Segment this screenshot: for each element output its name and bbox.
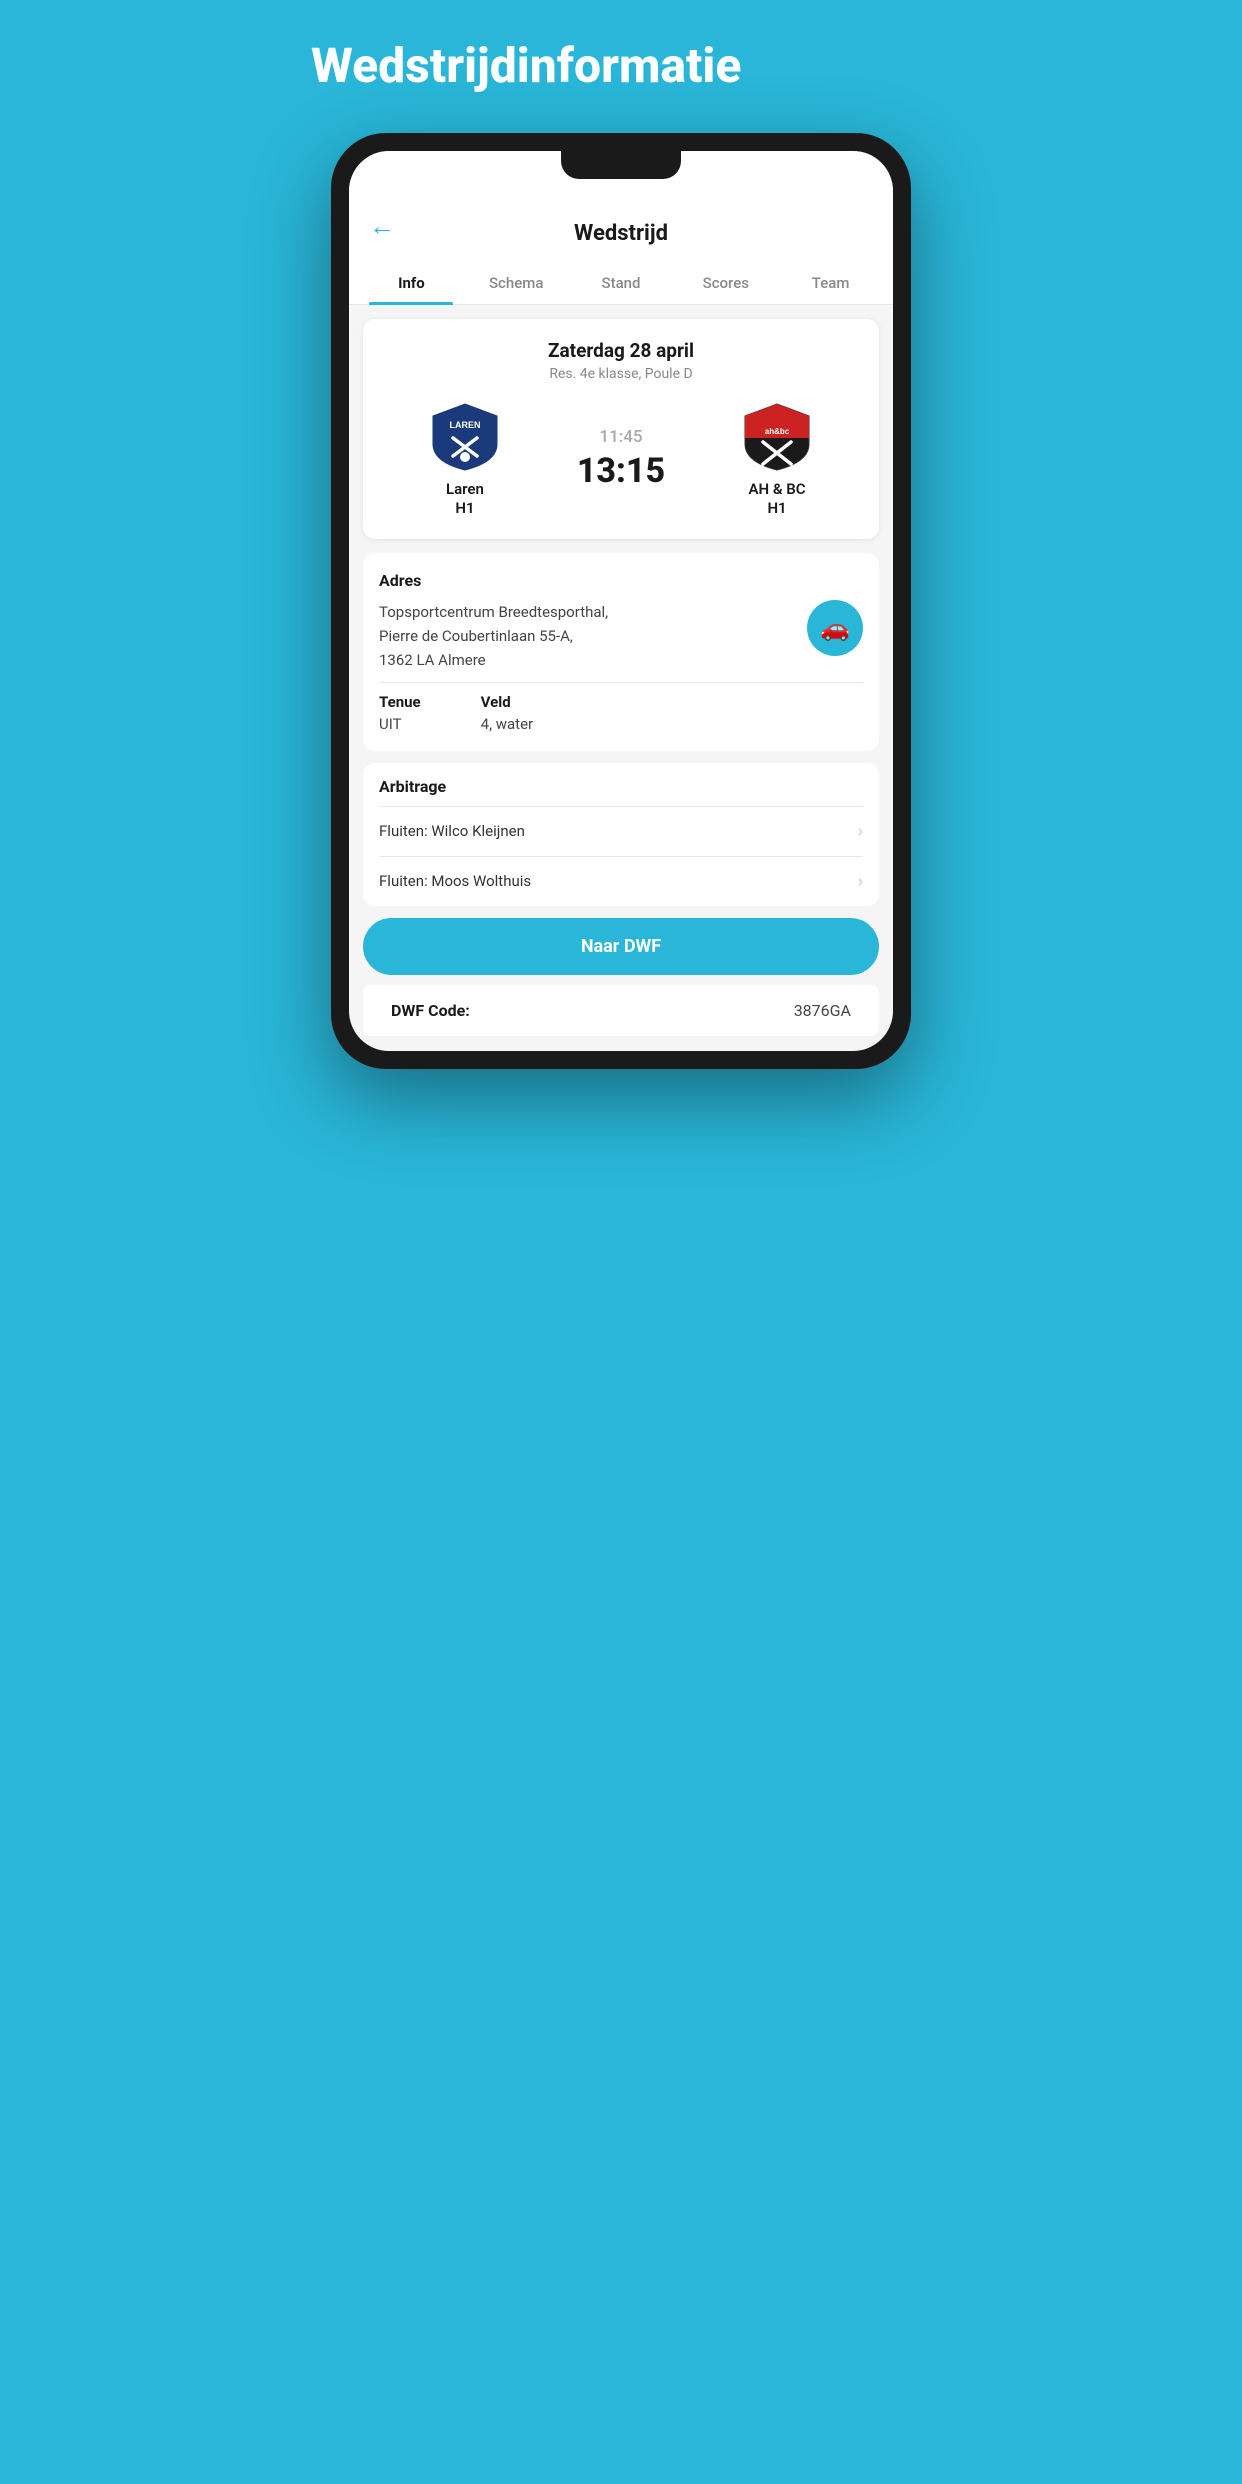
arbitrage-title: Arbitrage [379, 777, 863, 796]
address-row: Topsportcentrum Breedtesporthal, Pierre … [379, 600, 863, 672]
laren-logo: LAREN [429, 400, 501, 472]
tenue-group: Tenue UIT [379, 693, 421, 733]
dwf-button[interactable]: Naar DWF [363, 918, 879, 975]
veld-value: 4, water [481, 715, 533, 733]
kickoff-time: 11:45 [599, 427, 642, 447]
veld-group: Veld 4, water [481, 693, 533, 733]
tab-info[interactable]: Info [359, 262, 464, 304]
divider [379, 682, 863, 683]
car-icon: 🚗 [820, 614, 850, 642]
address-section: Adres Topsportcentrum Breedtesporthal, P… [363, 553, 879, 751]
away-team-name: AH & BC H1 [748, 480, 805, 519]
score-block: 11:45 13:15 [577, 427, 665, 491]
navigate-button[interactable]: 🚗 [807, 600, 863, 656]
address-label: Adres [379, 571, 863, 590]
phone-notch [561, 151, 681, 179]
tenue-label: Tenue [379, 693, 421, 711]
dwf-code-label: DWF Code: [391, 1001, 470, 1020]
tab-stand[interactable]: Stand [569, 262, 674, 304]
phone-screen: ← Wedstrijd Info Schema Stand Scores Tea… [349, 151, 893, 1051]
ahbc-logo: ah&bc [741, 400, 813, 472]
svg-text:ah&bc: ah&bc [765, 427, 790, 436]
dwf-code-row: DWF Code: 3876GA [363, 985, 879, 1036]
chevron-icon-2: › [858, 871, 863, 892]
arbitrage-item-1[interactable]: Fluiten: Wilco Kleijnen › [379, 806, 863, 856]
tab-schema[interactable]: Schema [464, 262, 569, 304]
away-team-block: ah&bc AH & BC H1 [717, 400, 837, 519]
home-team-name: Laren H1 [446, 480, 484, 519]
arbitrage-item-2[interactable]: Fluiten: Moos Wolthuis › [379, 856, 863, 906]
dwf-code-value: 3876GA [794, 1001, 851, 1020]
page-title: Wedstrijdinformatie [311, 40, 931, 93]
match-score: 13:15 [577, 451, 665, 491]
match-date: Zaterdag 28 april [379, 339, 863, 362]
chevron-icon-1: › [858, 821, 863, 842]
svg-text:LAREN: LAREN [449, 420, 480, 430]
back-button[interactable]: ← [369, 211, 395, 242]
tab-scores[interactable]: Scores [673, 262, 778, 304]
tenue-veld-row: Tenue UIT Veld 4, water [379, 693, 863, 733]
address-text: Topsportcentrum Breedtesporthal, Pierre … [379, 600, 608, 672]
match-teams: LAREN Laren H1 11:45 13:15 [379, 400, 863, 519]
match-league: Res. 4e klasse, Poule D [379, 366, 863, 382]
arbitrage-name-1: Fluiten: Wilco Kleijnen [379, 822, 525, 840]
arbitrage-section: Arbitrage Fluiten: Wilco Kleijnen › Flui… [363, 763, 879, 906]
screen-title: Wedstrijd [574, 211, 668, 262]
phone-frame: ← Wedstrijd Info Schema Stand Scores Tea… [331, 133, 911, 1069]
veld-label: Veld [481, 693, 533, 711]
match-card: Zaterdag 28 april Res. 4e klasse, Poule … [363, 319, 879, 539]
tab-bar: Info Schema Stand Scores Team [349, 262, 893, 305]
dwf-section: Naar DWF [363, 918, 879, 985]
tenue-value: UIT [379, 715, 421, 733]
home-team-block: LAREN Laren H1 [405, 400, 525, 519]
arbitrage-name-2: Fluiten: Moos Wolthuis [379, 872, 531, 890]
tab-team[interactable]: Team [778, 262, 883, 304]
